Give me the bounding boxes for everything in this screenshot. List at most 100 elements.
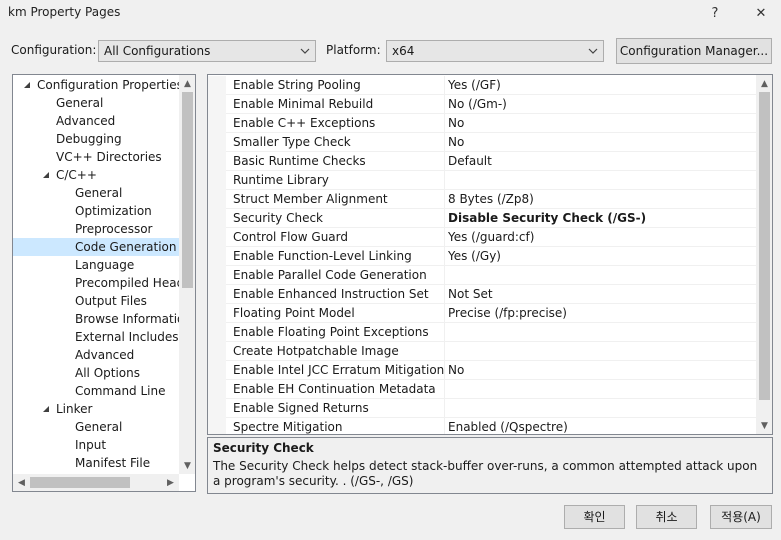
property-row[interactable]: Enable Function-Level Linking Yes (/Gy) — [208, 247, 757, 266]
column-separator — [444, 399, 445, 418]
tree-item[interactable]: Advanced — [13, 346, 179, 364]
property-row[interactable]: Basic Runtime Checks Default — [208, 152, 757, 171]
property-row[interactable]: Enable String Pooling Yes (/GF) — [208, 76, 757, 95]
property-row[interactable]: Runtime Library — [208, 171, 757, 190]
tree-item[interactable]: VC++ Directories — [13, 148, 179, 166]
tree-horizontal-scrollbar[interactable]: ◀ ▶ — [13, 474, 179, 491]
tree-item[interactable]: Command Line — [13, 382, 179, 400]
column-separator — [444, 266, 445, 285]
tree-item-label: Configuration Properties — [37, 78, 183, 92]
configuration-select[interactable]: All Configurations — [98, 40, 316, 62]
tree-item[interactable]: General — [13, 418, 179, 436]
property-row[interactable]: Enable Minimal Rebuild No (/Gm-) — [208, 95, 757, 114]
tree-item[interactable]: General — [13, 94, 179, 112]
tree-item[interactable]: Input — [13, 436, 179, 454]
tree-item-label: Command Line — [75, 384, 166, 398]
help-button[interactable]: ? — [696, 0, 734, 26]
property-row[interactable]: Create Hotpatchable Image — [208, 342, 757, 361]
configuration-value: All Configurations — [104, 44, 211, 58]
title-bar: km Property Pages ? ✕ — [0, 0, 781, 26]
apply-button[interactable]: 적용(A) — [710, 505, 772, 529]
row-gutter — [208, 323, 226, 342]
scroll-right-icon[interactable]: ▶ — [162, 474, 179, 491]
property-value[interactable]: No — [448, 363, 464, 377]
tree-item[interactable]: Precompiled Heade — [13, 274, 192, 292]
property-tree[interactable]: Configuration Properties General Advanced D… — [12, 74, 196, 492]
property-value[interactable]: Not Set — [448, 287, 493, 301]
property-row[interactable]: Spectre Mitigation Enabled (/Qspectre) — [208, 418, 757, 434]
property-row[interactable]: Control Flow Guard Yes (/guard:cf) — [208, 228, 757, 247]
property-value[interactable]: Disable Security Check (/GS-) — [448, 211, 646, 225]
property-row[interactable]: Enable C++ Exceptions No — [208, 114, 757, 133]
property-value[interactable]: 8 Bytes (/Zp8) — [448, 192, 534, 206]
expanded-arrow-icon[interactable] — [42, 166, 52, 184]
tree-item-label: General — [75, 186, 123, 200]
tree-item[interactable]: Manifest File — [13, 454, 179, 472]
description-text: The Security Check helps detect stack-bu… — [213, 459, 758, 488]
configuration-manager-label: Configuration Manager... — [619, 44, 769, 58]
tree-item[interactable]: C/C++ — [13, 166, 179, 184]
scroll-left-icon[interactable]: ◀ — [13, 474, 30, 491]
property-row[interactable]: Enable EH Continuation Metadata — [208, 380, 757, 399]
column-separator — [444, 228, 445, 247]
property-value[interactable]: Yes (/guard:cf) — [448, 230, 534, 244]
tree-item-label: Browse Information — [75, 312, 192, 326]
tree-item[interactable]: General — [13, 184, 179, 202]
property-row[interactable]: Enable Signed Returns — [208, 399, 757, 418]
property-row[interactable]: Enable Enhanced Instruction Set Not Set — [208, 285, 757, 304]
property-row[interactable]: Enable Parallel Code Generation — [208, 266, 757, 285]
tree-vertical-scrollbar[interactable]: ▲ ▼ — [179, 75, 195, 474]
ok-button[interactable]: 확인 — [564, 505, 625, 529]
property-value[interactable]: Yes (/GF) — [448, 78, 501, 92]
tree-item[interactable]: Language — [13, 256, 179, 274]
scroll-down-icon[interactable]: ▼ — [756, 417, 772, 434]
scroll-up-icon[interactable]: ▲ — [179, 75, 195, 92]
tree-item[interactable]: External Includes — [13, 328, 179, 346]
platform-select[interactable]: x64 — [386, 40, 604, 62]
property-value[interactable]: Enabled (/Qspectre) — [448, 420, 568, 434]
row-gutter — [208, 209, 226, 228]
property-value[interactable]: Default — [448, 154, 492, 168]
tree-item[interactable]: Preprocessor — [13, 220, 179, 238]
tree-item[interactable]: Advanced — [13, 112, 179, 130]
tree-item[interactable]: Linker — [13, 400, 179, 418]
property-row[interactable]: Security Check Disable Security Check (/G… — [208, 209, 757, 228]
close-button[interactable]: ✕ — [742, 0, 780, 26]
tree-item[interactable]: Output Files — [13, 292, 179, 310]
scroll-down-icon[interactable]: ▼ — [179, 457, 195, 474]
property-value[interactable]: Yes (/Gy) — [448, 249, 501, 263]
expanded-arrow-icon[interactable] — [23, 76, 33, 94]
property-value[interactable]: No — [448, 135, 464, 149]
tree-item[interactable]: Browse Information — [13, 310, 192, 328]
property-row[interactable]: Enable Intel JCC Erratum Mitigation No — [208, 361, 757, 380]
tree-item[interactable]: All Options — [13, 364, 179, 382]
property-name: Smaller Type Check — [233, 135, 351, 149]
property-value[interactable]: No — [448, 116, 464, 130]
tree-item[interactable]: Optimization — [13, 202, 179, 220]
grid-scroll-thumb[interactable] — [759, 92, 770, 400]
property-row[interactable]: Struct Member Alignment 8 Bytes (/Zp8) — [208, 190, 757, 209]
property-value[interactable]: No (/Gm-) — [448, 97, 507, 111]
grid-vertical-scrollbar[interactable]: ▲ ▼ — [756, 75, 772, 434]
column-separator — [444, 76, 445, 95]
tree-item[interactable]: Code Generation — [13, 238, 179, 256]
property-row[interactable]: Smaller Type Check No — [208, 133, 757, 152]
tree-hscroll-thumb[interactable] — [30, 477, 130, 488]
configuration-manager-button[interactable]: Configuration Manager... — [616, 38, 772, 64]
row-gutter — [208, 190, 226, 209]
tree-item[interactable]: Debugging — [13, 130, 179, 148]
column-separator — [444, 285, 445, 304]
chevron-down-icon — [300, 48, 310, 54]
tree-scroll-thumb[interactable] — [182, 92, 193, 288]
property-row[interactable]: Floating Point Model Precise (/fp:precise… — [208, 304, 757, 323]
property-row[interactable]: Enable Floating Point Exceptions — [208, 323, 757, 342]
property-value[interactable]: Precise (/fp:precise) — [448, 306, 567, 320]
scroll-up-icon[interactable]: ▲ — [756, 75, 772, 92]
tree-item[interactable]: Configuration Properties — [13, 76, 183, 94]
expanded-arrow-icon[interactable] — [42, 400, 52, 418]
cancel-button[interactable]: 취소 — [636, 505, 697, 529]
property-grid[interactable]: Enable String Pooling Yes (/GF) Enable Min… — [207, 74, 773, 435]
row-gutter — [208, 114, 226, 133]
row-gutter — [208, 342, 226, 361]
tree-item-label: VC++ Directories — [56, 150, 162, 164]
